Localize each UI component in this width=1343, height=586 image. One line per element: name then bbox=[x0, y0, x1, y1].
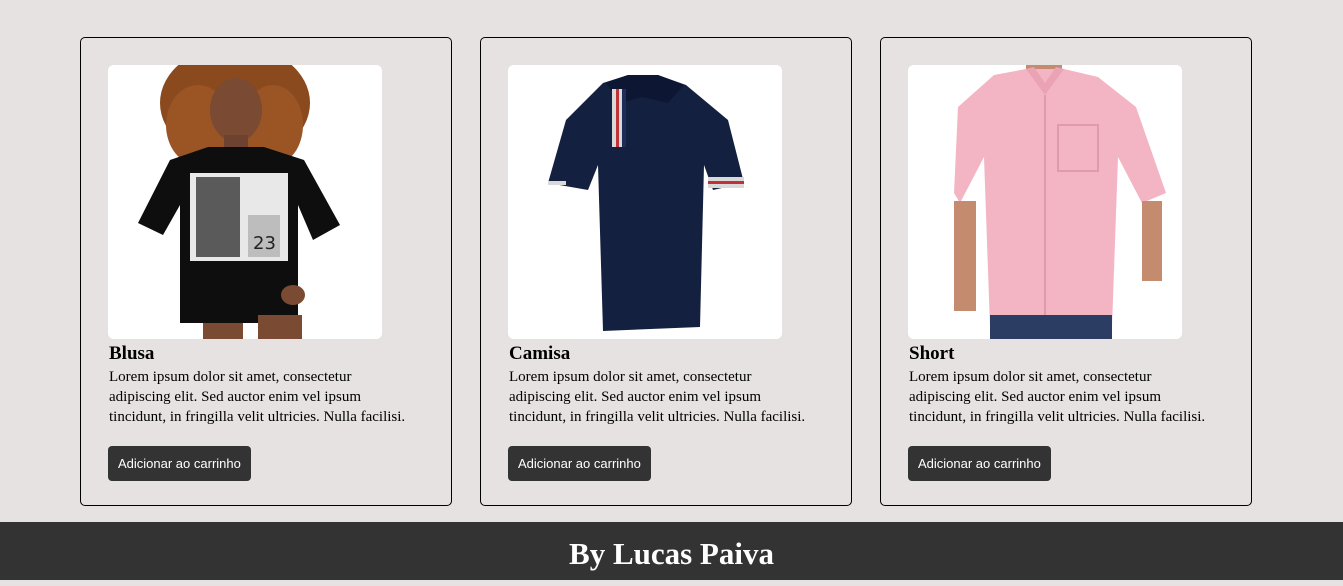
add-to-cart-button[interactable]: Adicionar ao carrinho bbox=[508, 446, 651, 481]
product-card-short: Short Lorem ipsum dolor sit amet, consec… bbox=[880, 37, 1252, 506]
product-title: Short bbox=[909, 343, 955, 364]
product-image-camisa bbox=[508, 65, 782, 339]
man-pink-shirt-image bbox=[908, 65, 1182, 339]
footer: By Lucas Paiva bbox=[0, 522, 1343, 580]
product-grid: 23 Blusa Lorem ipsum dolor sit amet, con… bbox=[80, 37, 1253, 508]
product-description: Lorem ipsum dolor sit amet, consectetur … bbox=[509, 369, 806, 425]
navy-polo-shirt-image bbox=[508, 65, 782, 339]
add-to-cart-button[interactable]: Adicionar ao carrinho bbox=[108, 446, 251, 481]
product-description: Lorem ipsum dolor sit amet, consectetur … bbox=[109, 369, 406, 425]
woman-black-tshirt-image: 23 bbox=[108, 65, 382, 339]
add-to-cart-button[interactable]: Adicionar ao carrinho bbox=[908, 446, 1051, 481]
svg-text:23: 23 bbox=[253, 233, 276, 254]
product-image-blusa: 23 bbox=[108, 65, 382, 339]
product-title: Blusa bbox=[109, 343, 155, 364]
footer-credit: By Lucas Paiva bbox=[569, 536, 774, 571]
product-card-camisa: Camisa Lorem ipsum dolor sit amet, conse… bbox=[480, 37, 852, 506]
product-image-short bbox=[908, 65, 1182, 339]
product-title: Camisa bbox=[509, 343, 571, 364]
product-description: Lorem ipsum dolor sit amet, consectetur … bbox=[909, 369, 1206, 425]
product-card-blusa: 23 Blusa Lorem ipsum dolor sit amet, con… bbox=[80, 37, 452, 506]
